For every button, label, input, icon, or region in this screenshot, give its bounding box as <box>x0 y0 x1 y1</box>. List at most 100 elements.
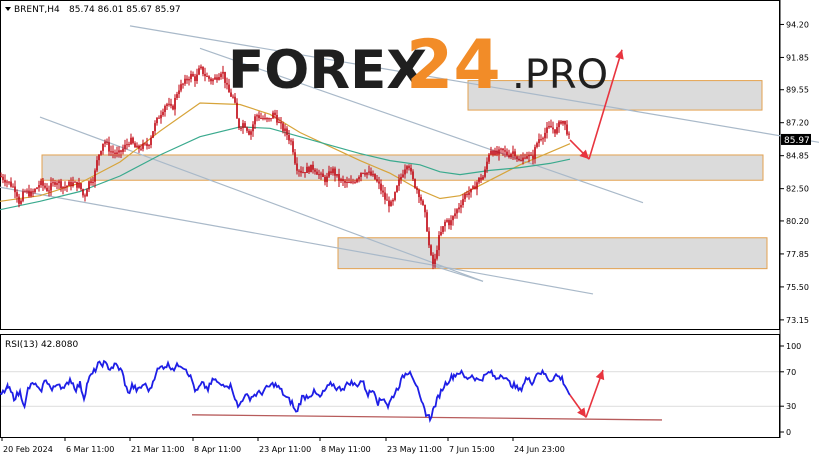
candle-body <box>74 181 76 183</box>
candle-body <box>270 118 272 120</box>
candle-body <box>376 179 378 182</box>
candle-body <box>34 188 36 193</box>
candle-body <box>516 156 518 159</box>
candle-body <box>312 164 314 170</box>
candle-body <box>526 156 528 159</box>
candle-body <box>194 76 196 82</box>
candle-body <box>134 143 136 148</box>
candle-body <box>172 105 174 110</box>
candle-body <box>60 181 62 189</box>
candle-body <box>418 190 420 198</box>
candle-body <box>554 129 556 134</box>
candle-body <box>292 141 294 153</box>
candle-body <box>372 173 374 176</box>
symbol-header: BRENT,H4 85.74 86.01 85.67 85.97 <box>5 5 181 15</box>
candle-body <box>300 170 302 173</box>
candle-body <box>470 188 472 193</box>
watermark-brand-suffix: .PRO <box>512 52 608 98</box>
candle-body <box>448 220 450 226</box>
candle-body <box>486 161 488 170</box>
candle-body <box>266 117 268 120</box>
candle-body <box>322 173 324 177</box>
candle-body <box>468 192 470 195</box>
candle-body <box>40 180 42 186</box>
candle-body <box>98 154 100 161</box>
candle-body <box>420 197 422 201</box>
candle-body <box>0 176 2 178</box>
candle-body <box>6 181 8 183</box>
candle-body <box>230 92 232 97</box>
price-tag-label: 85.97 <box>784 136 810 146</box>
candle-body <box>296 163 298 171</box>
candle-body <box>22 191 24 201</box>
price-tick-label: 82.50 <box>786 185 809 194</box>
candle-body <box>506 151 508 156</box>
candle-body <box>406 166 408 170</box>
candle-body <box>140 148 142 150</box>
candle-body <box>188 79 190 81</box>
candle-body <box>262 118 264 120</box>
candle-body <box>284 128 286 131</box>
chart-window: FOREX 24 .PRO BRENT,H4 85.74 86.01 85.67… <box>0 0 819 460</box>
candle-body <box>46 187 48 192</box>
candle-body <box>398 179 400 186</box>
candle-body <box>488 154 490 162</box>
candle-body <box>386 199 388 201</box>
candle-body <box>304 172 306 174</box>
candle-body <box>138 145 140 149</box>
candle-body <box>176 94 178 98</box>
candle-body <box>30 191 32 197</box>
candle-body <box>234 96 236 103</box>
rsi-tick-label: 0 <box>786 428 791 437</box>
candle-body <box>20 200 22 204</box>
price-tick-label: 80.20 <box>786 217 809 226</box>
candle-body <box>170 103 172 106</box>
candle-body <box>2 176 4 180</box>
candle-body <box>396 185 398 193</box>
rsi-caption: RSI(13) 42.8080 <box>5 340 78 350</box>
candle-body <box>350 181 352 183</box>
time-tick-label: 8 Apr 11:00 <box>194 445 241 454</box>
watermark-brand-number: 24 <box>406 26 501 105</box>
candle-body <box>566 124 568 135</box>
candle-body <box>10 181 12 187</box>
time-tick-label: 21 Mar 11:00 <box>131 445 184 454</box>
candle-body <box>44 185 46 188</box>
candle-body <box>70 181 72 186</box>
candle-body <box>346 181 348 183</box>
candle-body <box>368 171 370 173</box>
current-price-tag: 85.97 <box>781 133 811 146</box>
candle-body <box>290 140 292 142</box>
candle-body <box>338 174 340 181</box>
rsi-axis: 100 70 30 0 <box>780 342 801 437</box>
candle-body <box>492 150 494 155</box>
time-tick-label: 8 May 11:00 <box>321 445 371 454</box>
time-axis: 20 Feb 2024 6 Mar 11:00 21 Mar 11:00 8 Apr … <box>1 437 565 454</box>
candle-body <box>410 167 412 172</box>
candle-body <box>156 117 158 124</box>
time-tick-label: 23 May 11:00 <box>387 445 442 454</box>
candle-body <box>192 73 194 77</box>
candle-body <box>540 139 542 141</box>
candle-body <box>164 106 166 112</box>
candle-body <box>222 71 224 74</box>
candle-body <box>324 176 326 183</box>
candle-body <box>106 141 108 143</box>
candle-body <box>524 157 526 159</box>
candle-body <box>536 143 538 148</box>
candle-body <box>150 137 152 146</box>
rsi-tick-label: 30 <box>786 402 796 411</box>
candle-body <box>258 115 260 119</box>
candle-body <box>374 173 376 180</box>
candle-body <box>478 177 480 183</box>
candle-body <box>210 78 212 82</box>
candle-body <box>430 245 432 255</box>
price-tick-label: 94.20 <box>786 20 809 29</box>
candle-body <box>12 186 14 188</box>
candle-body <box>414 179 416 188</box>
candle-body <box>442 226 444 232</box>
candle-body <box>482 176 484 180</box>
candle-body <box>226 82 228 85</box>
candle <box>396 185 398 193</box>
price-tick-label: 89.55 <box>786 86 809 95</box>
